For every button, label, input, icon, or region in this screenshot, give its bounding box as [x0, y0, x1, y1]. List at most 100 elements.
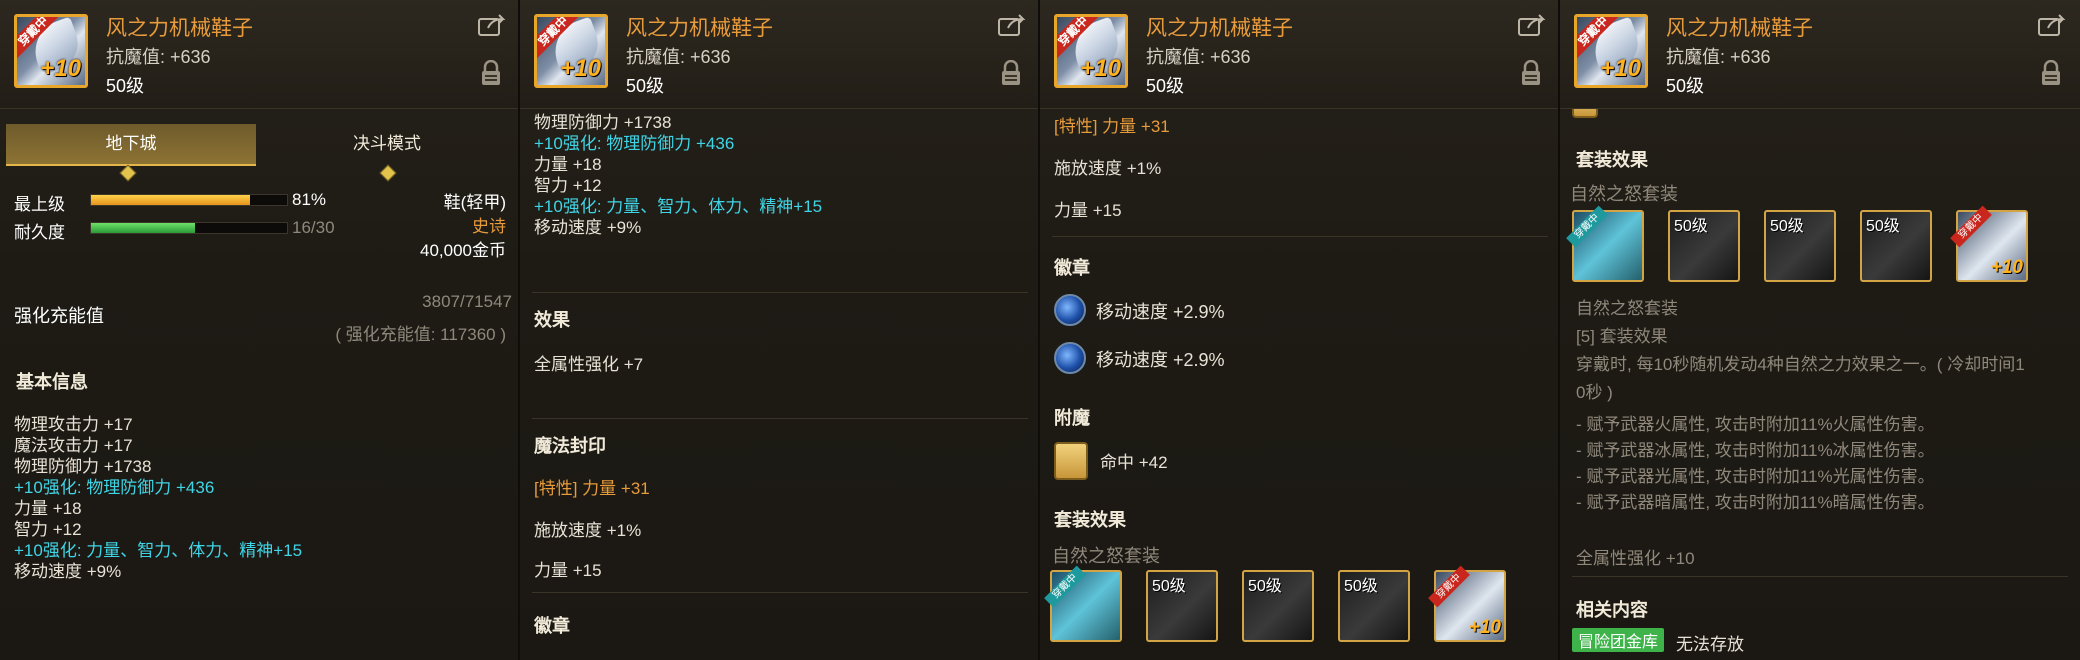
item-level: 50级: [626, 76, 665, 96]
all-stat-text: 全属性强化 +10: [1576, 549, 1695, 568]
set-slot-icon[interactable]: 50级: [1668, 210, 1740, 282]
item-header: 穿戴中 +10 风之力机械鞋子 抗魔值: +636 50级: [1040, 0, 1558, 109]
set-bullet: - 赋予武器火属性, 攻击时附加11%火属性伤害。: [1576, 415, 1935, 434]
effect-text: 全属性强化 +7: [534, 355, 644, 374]
divider: [1572, 576, 2068, 577]
item-name: 风之力机械鞋子: [626, 17, 773, 40]
emblem-title: 徽章: [1054, 258, 1090, 278]
grade-value: 81%: [292, 190, 327, 209]
share-icon[interactable]: [998, 14, 1026, 36]
related-text: 无法存放: [1676, 635, 1744, 654]
set-desc: 穿戴时, 每10秒随机发动4种自然之力效果之一。( 冷却时间1: [1576, 355, 2025, 374]
tab-pvp[interactable]: 决斗模式: [262, 124, 512, 164]
seal-line: 力量 +15: [534, 561, 602, 580]
share-icon[interactable]: [478, 14, 506, 36]
set-name-2: 自然之怒套装: [1576, 299, 1678, 318]
set-desc-cont: 0秒 ): [1576, 383, 1613, 402]
enhance-level: +10: [1080, 55, 1121, 82]
tab-indicator-icon: [379, 164, 397, 182]
charge-note: ( 强化充能值: 117360 ): [335, 325, 506, 344]
durability-bar: [90, 222, 288, 234]
charge-value: 3807/71547: [422, 292, 512, 311]
emblem-icon[interactable]: [1054, 342, 1086, 374]
grade-bar: [90, 194, 288, 206]
stat-line: 移动速度 +9%: [14, 562, 122, 581]
item-level: 50级: [1666, 76, 1705, 96]
seal-line: 力量 +15: [1054, 201, 1122, 220]
lock-icon[interactable]: [1520, 60, 1542, 86]
mechanical-shoe-icon[interactable]: 穿戴中 +10: [534, 14, 608, 88]
related-tag: 冒险团金库: [1572, 628, 1665, 652]
lock-icon[interactable]: [480, 60, 502, 86]
set-effect-title: 套装效果: [1054, 510, 1126, 530]
item-name: 风之力机械鞋子: [106, 17, 253, 40]
charge-title: 强化充能值: [14, 306, 104, 326]
set-name: 自然之怒套装: [1052, 546, 1160, 566]
tooltip-panel-1: 穿戴中 +10 风之力机械鞋子 抗魔值: +636 50级 地下城 决斗模式 最…: [0, 0, 520, 660]
set-bullet: - 赋予武器光属性, 攻击时附加11%光属性伤害。: [1576, 467, 1935, 486]
set-slots: 穿戴中 50级 50级 50级 穿戴中 +10: [1044, 565, 1550, 642]
item-header: 穿戴中 +10 风之力机械鞋子 抗魔值: +636 50级: [1560, 0, 2080, 109]
tab-indicator-icon: [119, 164, 137, 182]
durability-value: 16/30: [292, 218, 335, 237]
emblem-title: 徽章: [534, 616, 570, 636]
set-slot-icon[interactable]: 50级: [1146, 570, 1218, 642]
set-slot-icon[interactable]: 50级: [1764, 210, 1836, 282]
grade-label: 最上级: [14, 195, 65, 214]
set-name: 自然之怒套装: [1570, 184, 1678, 204]
tab-dungeon[interactable]: 地下城: [6, 124, 256, 166]
divider: [532, 418, 1028, 419]
set-bullet: - 赋予武器暗属性, 攻击时附加11%暗属性伤害。: [1576, 493, 1935, 512]
enchant-title: 附魔: [1054, 408, 1090, 428]
item-name: 风之力机械鞋子: [1666, 17, 1813, 40]
item-magic-resist: 抗魔值: +636: [106, 47, 211, 67]
enchant-text: 命中 +42: [1100, 453, 1168, 472]
divider: [532, 592, 1028, 593]
tooltip-panel-4: 穿戴中 +10 风之力机械鞋子 抗魔值: +636 50级 套装效果 自然之怒套…: [1560, 0, 2080, 660]
enhance-level: +10: [560, 55, 601, 82]
item-rarity: 史诗: [472, 217, 506, 236]
mechanical-shoe-icon[interactable]: 穿戴中 +10: [14, 14, 88, 88]
set-slot-armor-icon[interactable]: 穿戴中: [1566, 205, 1644, 282]
lock-icon[interactable]: [2040, 60, 2062, 86]
enchant-card-icon[interactable]: [1054, 442, 1088, 480]
item-level: 50级: [106, 76, 145, 96]
seal-line: [特性] 力量 +31: [1054, 117, 1170, 136]
tooltip-panel-3: 穿戴中 +10 风之力机械鞋子 抗魔值: +636 50级 [特性] 力量 +3…: [1040, 0, 1560, 660]
item-type: 鞋(轻甲): [443, 193, 506, 212]
tooltip-panel-2: 穿戴中 +10 风之力机械鞋子 抗魔值: +636 50级 物理防御力 +173…: [520, 0, 1040, 660]
set-slot-shoe-icon[interactable]: 穿戴中 +10: [1950, 205, 2028, 282]
divider: [532, 292, 1028, 293]
effect-title: 效果: [534, 310, 570, 330]
stat-line: 移动速度 +9%: [534, 218, 642, 237]
seal-line: 施放速度 +1%: [1054, 159, 1162, 178]
enhance-level: +10: [40, 55, 81, 82]
emblem-icon[interactable]: [1054, 294, 1086, 326]
set-bullet: - 赋予武器冰属性, 攻击时附加11%冰属性伤害。: [1576, 441, 1935, 460]
set-slot-icon[interactable]: 50级: [1242, 570, 1314, 642]
magic-seal-title: 魔法封印: [534, 436, 606, 456]
mechanical-shoe-icon[interactable]: 穿戴中 +10: [1054, 14, 1128, 88]
set-effect-title: 套装效果: [1576, 150, 1648, 170]
seal-line: [特性] 力量 +31: [534, 479, 650, 498]
set-slot-icon[interactable]: 50级: [1860, 210, 1932, 282]
divider: [1052, 236, 1548, 237]
set-effect-count: [5] 套装效果: [1576, 327, 1668, 346]
emblem-text: 移动速度 +2.9%: [1096, 302, 1225, 322]
set-slot-armor-icon[interactable]: 穿戴中: [1044, 565, 1122, 642]
share-icon[interactable]: [2038, 14, 2066, 36]
lock-icon[interactable]: [1000, 60, 1022, 86]
seal-line: 施放速度 +1%: [534, 521, 642, 540]
item-magic-resist: 抗魔值: +636: [1146, 47, 1251, 67]
durability-label: 耐久度: [14, 223, 65, 242]
item-magic-resist: 抗魔值: +636: [1666, 47, 1771, 67]
item-magic-resist: 抗魔值: +636: [626, 47, 731, 67]
set-slot-icon[interactable]: 50级: [1338, 570, 1410, 642]
emblem-text: 移动速度 +2.9%: [1096, 350, 1225, 370]
mechanical-shoe-icon[interactable]: 穿戴中 +10: [1574, 14, 1648, 88]
item-level: 50级: [1146, 76, 1185, 96]
share-icon[interactable]: [1518, 14, 1546, 36]
related-title: 相关内容: [1576, 600, 1648, 620]
set-slot-shoe-icon[interactable]: 穿戴中 +10: [1428, 565, 1506, 642]
set-slots: 穿戴中 50级 50级 50级 穿戴中 +10: [1566, 205, 2072, 282]
